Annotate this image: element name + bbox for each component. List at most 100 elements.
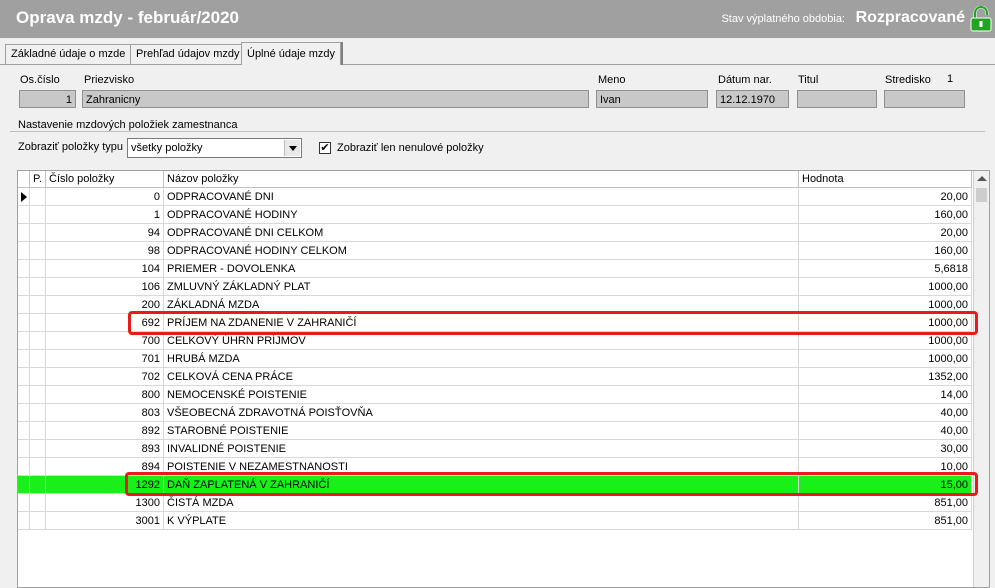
table-row[interactable]: 702 CELKOVÁ CENA PRÁCE 1352,00: [18, 368, 972, 386]
cell-nazov-polozky[interactable]: PRÍJEM NA ZDANENIE V ZAHRANIČÍ: [164, 314, 799, 332]
row-indicator-cell[interactable]: [18, 476, 30, 494]
cell-cislo-polozky[interactable]: 700: [46, 332, 164, 350]
cell-nazov-polozky[interactable]: HRUBÁ MZDA: [164, 350, 799, 368]
cell-p[interactable]: [30, 278, 46, 296]
cell-p[interactable]: [30, 494, 46, 512]
cell-hodnota[interactable]: 20,00: [799, 224, 972, 242]
table-row[interactable]: 98 ODPRACOVANÉ HODINY CELKOM 160,00: [18, 242, 972, 260]
cell-hodnota[interactable]: 30,00: [799, 440, 972, 458]
cell-hodnota[interactable]: 10,00: [799, 458, 972, 476]
cell-cislo-polozky[interactable]: 3001: [46, 512, 164, 530]
chevron-down-icon[interactable]: [284, 140, 300, 156]
table-row[interactable]: 1 ODPRACOVANÉ HODINY 160,00: [18, 206, 972, 224]
titul-field[interactable]: [797, 90, 877, 108]
cell-nazov-polozky[interactable]: NEMOCENSKÉ POISTENIE: [164, 386, 799, 404]
row-indicator-cell[interactable]: [18, 386, 30, 404]
row-indicator-cell[interactable]: [18, 206, 30, 224]
cell-cislo-polozky[interactable]: 1292: [46, 476, 164, 494]
cell-hodnota[interactable]: 1000,00: [799, 296, 972, 314]
tab-zakladne-udaje[interactable]: Základné údaje o mzde: [5, 44, 132, 64]
cell-p[interactable]: [30, 314, 46, 332]
cell-nazov-polozky[interactable]: K VÝPLATE: [164, 512, 799, 530]
cell-p[interactable]: [30, 242, 46, 260]
cell-cislo-polozky[interactable]: 892: [46, 422, 164, 440]
cell-hodnota[interactable]: 15,00: [799, 476, 972, 494]
scroll-up-icon[interactable]: [977, 176, 987, 181]
table-row[interactable]: 104 PRIEMER - DOVOLENKA 5,6818: [18, 260, 972, 278]
unlocked-padlock-icon[interactable]: [969, 6, 993, 32]
cell-cislo-polozky[interactable]: 0: [46, 188, 164, 206]
cell-hodnota[interactable]: 1000,00: [799, 278, 972, 296]
cell-hodnota[interactable]: 851,00: [799, 512, 972, 530]
cell-cislo-polozky[interactable]: 94: [46, 224, 164, 242]
header-p[interactable]: P.: [30, 171, 46, 188]
cell-p[interactable]: [30, 296, 46, 314]
table-row[interactable]: 894 POISTENIE V NEZAMESTNANOSTI 10,00: [18, 458, 972, 476]
cell-cislo-polozky[interactable]: 803: [46, 404, 164, 422]
cell-hodnota[interactable]: 160,00: [799, 206, 972, 224]
table-row[interactable]: 892 STAROBNÉ POISTENIE 40,00: [18, 422, 972, 440]
table-row[interactable]: 106 ZMLUVNÝ ZÁKLADNÝ PLAT 1000,00: [18, 278, 972, 296]
cell-cislo-polozky[interactable]: 800: [46, 386, 164, 404]
row-indicator-cell[interactable]: [18, 314, 30, 332]
row-indicator-cell[interactable]: [18, 332, 30, 350]
meno-field[interactable]: Ivan: [596, 90, 708, 108]
cell-cislo-polozky[interactable]: 1: [46, 206, 164, 224]
cell-p[interactable]: [30, 188, 46, 206]
type-filter-select[interactable]: všetky položky: [127, 138, 302, 158]
cell-hodnota[interactable]: 40,00: [799, 422, 972, 440]
cell-p[interactable]: [30, 458, 46, 476]
tab-prehlad-udajov[interactable]: Prehľad údajov mzdy: [130, 44, 246, 64]
row-indicator-cell[interactable]: [18, 296, 30, 314]
row-indicator-cell[interactable]: [18, 512, 30, 530]
cell-nazov-polozky[interactable]: ODPRACOVANÉ DNI CELKOM: [164, 224, 799, 242]
cell-p[interactable]: [30, 224, 46, 242]
cell-hodnota[interactable]: 5,6818: [799, 260, 972, 278]
table-row[interactable]: 893 INVALIDNÉ POISTENIE 30,00: [18, 440, 972, 458]
row-indicator-cell[interactable]: [18, 404, 30, 422]
datum-narodenia-field[interactable]: 12.12.1970: [716, 90, 789, 108]
row-indicator-cell[interactable]: [18, 494, 30, 512]
row-indicator-cell[interactable]: [18, 224, 30, 242]
payroll-items-grid[interactable]: P. Číslo položky Názov položky Hodnota 0…: [17, 170, 990, 588]
vertical-scrollbar[interactable]: [973, 171, 989, 587]
table-row[interactable]: 701 HRUBÁ MZDA 1000,00: [18, 350, 972, 368]
cell-cislo-polozky[interactable]: 701: [46, 350, 164, 368]
row-indicator-cell[interactable]: [18, 440, 30, 458]
cell-hodnota[interactable]: 160,00: [799, 242, 972, 260]
row-indicator-cell[interactable]: [18, 242, 30, 260]
tab-uplne-udaje[interactable]: Úplné údaje mzdy: [241, 42, 342, 65]
cell-p[interactable]: [30, 350, 46, 368]
cell-nazov-polozky[interactable]: CELKOVÁ CENA PRÁCE: [164, 368, 799, 386]
row-indicator-cell[interactable]: [18, 350, 30, 368]
cell-hodnota[interactable]: 1352,00: [799, 368, 972, 386]
row-indicator-cell[interactable]: [18, 422, 30, 440]
row-indicator-cell[interactable]: [18, 368, 30, 386]
row-indicator-cell[interactable]: [18, 458, 30, 476]
table-row[interactable]: 800 NEMOCENSKÉ POISTENIE 14,00: [18, 386, 972, 404]
cell-nazov-polozky[interactable]: ODPRACOVANÉ DNI: [164, 188, 799, 206]
cell-cislo-polozky[interactable]: 894: [46, 458, 164, 476]
header-nazov-polozky[interactable]: Názov položky: [164, 171, 799, 188]
os-cislo-field[interactable]: 1: [19, 90, 76, 108]
cell-cislo-polozky[interactable]: 893: [46, 440, 164, 458]
cell-cislo-polozky[interactable]: 692: [46, 314, 164, 332]
cell-nazov-polozky[interactable]: POISTENIE V NEZAMESTNANOSTI: [164, 458, 799, 476]
table-row[interactable]: 692 PRÍJEM NA ZDANENIE V ZAHRANIČÍ 1000,00: [18, 314, 972, 332]
table-row[interactable]: 803 VŠEOBECNÁ ZDRAVOTNÁ POISŤOVŇA 40,00: [18, 404, 972, 422]
cell-nazov-polozky[interactable]: ODPRACOVANÉ HODINY CELKOM: [164, 242, 799, 260]
priezvisko-field[interactable]: Zahranicny: [82, 90, 589, 108]
stredisko-field[interactable]: [884, 90, 965, 108]
table-row[interactable]: 94 ODPRACOVANÉ DNI CELKOM 20,00: [18, 224, 972, 242]
cell-cislo-polozky[interactable]: 98: [46, 242, 164, 260]
row-indicator-cell[interactable]: [18, 260, 30, 278]
cell-p[interactable]: [30, 386, 46, 404]
header-cislo-polozky[interactable]: Číslo položky: [46, 171, 164, 188]
cell-nazov-polozky[interactable]: STAROBNÉ POISTENIE: [164, 422, 799, 440]
cell-nazov-polozky[interactable]: ČISTÁ MZDA: [164, 494, 799, 512]
cell-cislo-polozky[interactable]: 702: [46, 368, 164, 386]
cell-p[interactable]: [30, 404, 46, 422]
cell-hodnota[interactable]: 20,00: [799, 188, 972, 206]
cell-nazov-polozky[interactable]: CELKOVÝ ÚHRN PRÍJMOV: [164, 332, 799, 350]
table-row[interactable]: 0 ODPRACOVANÉ DNI 20,00: [18, 188, 972, 206]
